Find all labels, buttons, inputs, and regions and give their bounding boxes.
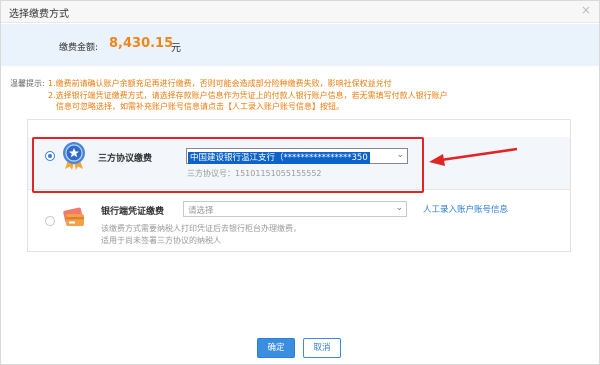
voucher-account-placeholder: 请选择 [188, 206, 214, 216]
tip-line-2: 2.选择银行端凭证缴费方式，请选择存款账户信息作为凭证上的付款人银行账户信息，若… [48, 90, 448, 100]
amount-value: 8,430.15 [109, 36, 174, 51]
bank-voucher-desc-1: 该缴费方式需要纳税人打印凭证后去银行柜台办理缴费， [101, 224, 301, 233]
tip-line-3: 信息可忽略选择，如需补充账户账号信息请点击【人工录入账户账号信息】按钮。 [56, 102, 344, 111]
amount-unit: 元 [171, 43, 181, 54]
payment-method-dialog: 选择缴费方式 × 缴费金额: 8,430.15 元 温馨提示: 1.缴费前请确认… [0, 0, 600, 365]
radio-tripartite[interactable] [45, 151, 55, 161]
confirm-button[interactable]: 确定 [257, 338, 295, 358]
close-icon[interactable]: × [581, 3, 591, 17]
bank-account-selected: 中国建设银行温江支行（****************350 [188, 152, 370, 164]
dialog-title: 选择缴费方式 [9, 9, 69, 20]
amount-bar: 缴费金额: 8,430.15 元 [1, 24, 599, 66]
amount-label: 缴费金额: [59, 43, 99, 53]
annotation-arrow-icon [427, 147, 519, 169]
bank-voucher-desc-2: 适用于尚未签署三方协议的纳税人 [101, 236, 221, 245]
dialog-titlebar: 选择缴费方式 × [1, 1, 599, 23]
award-badge-icon [60, 141, 88, 171]
option-title-tripartite: 三方协议缴费 [98, 154, 153, 164]
payment-options: 三方协议缴费 中国建设银行温江支行（****************350 ⌄ … [27, 119, 571, 252]
option-title-bank-voucher: 银行端凭证缴费 [101, 207, 165, 217]
tips-body: 1.缴费前请确认账户余额充足再进行缴费，否则可能会造成部分险种缴费失败，影响社保… [48, 78, 568, 113]
bank-account-select[interactable]: 中国建设银行温江支行（****************350 ⌄ [186, 148, 408, 164]
chevron-down-icon: ⌄ [395, 203, 403, 213]
tips-heading: 温馨提示: [10, 79, 45, 88]
voucher-account-select[interactable]: 请选择 ⌄ [183, 201, 407, 217]
cancel-button[interactable]: 取消 [303, 338, 341, 358]
credit-card-icon [61, 207, 87, 229]
manual-entry-link[interactable]: 人工录入账户账号信息 [423, 203, 508, 215]
divider [28, 189, 570, 190]
radio-bank-voucher[interactable] [45, 216, 55, 226]
tip-line-1: 1.缴费前请确认账户余额充足再进行缴费，否则可能会造成部分险种缴费失败，影响社保… [48, 79, 392, 88]
tripartite-agreement-number: 三方协议号：15101151055155552 [187, 169, 322, 178]
chevron-down-icon: ⌄ [396, 150, 404, 160]
